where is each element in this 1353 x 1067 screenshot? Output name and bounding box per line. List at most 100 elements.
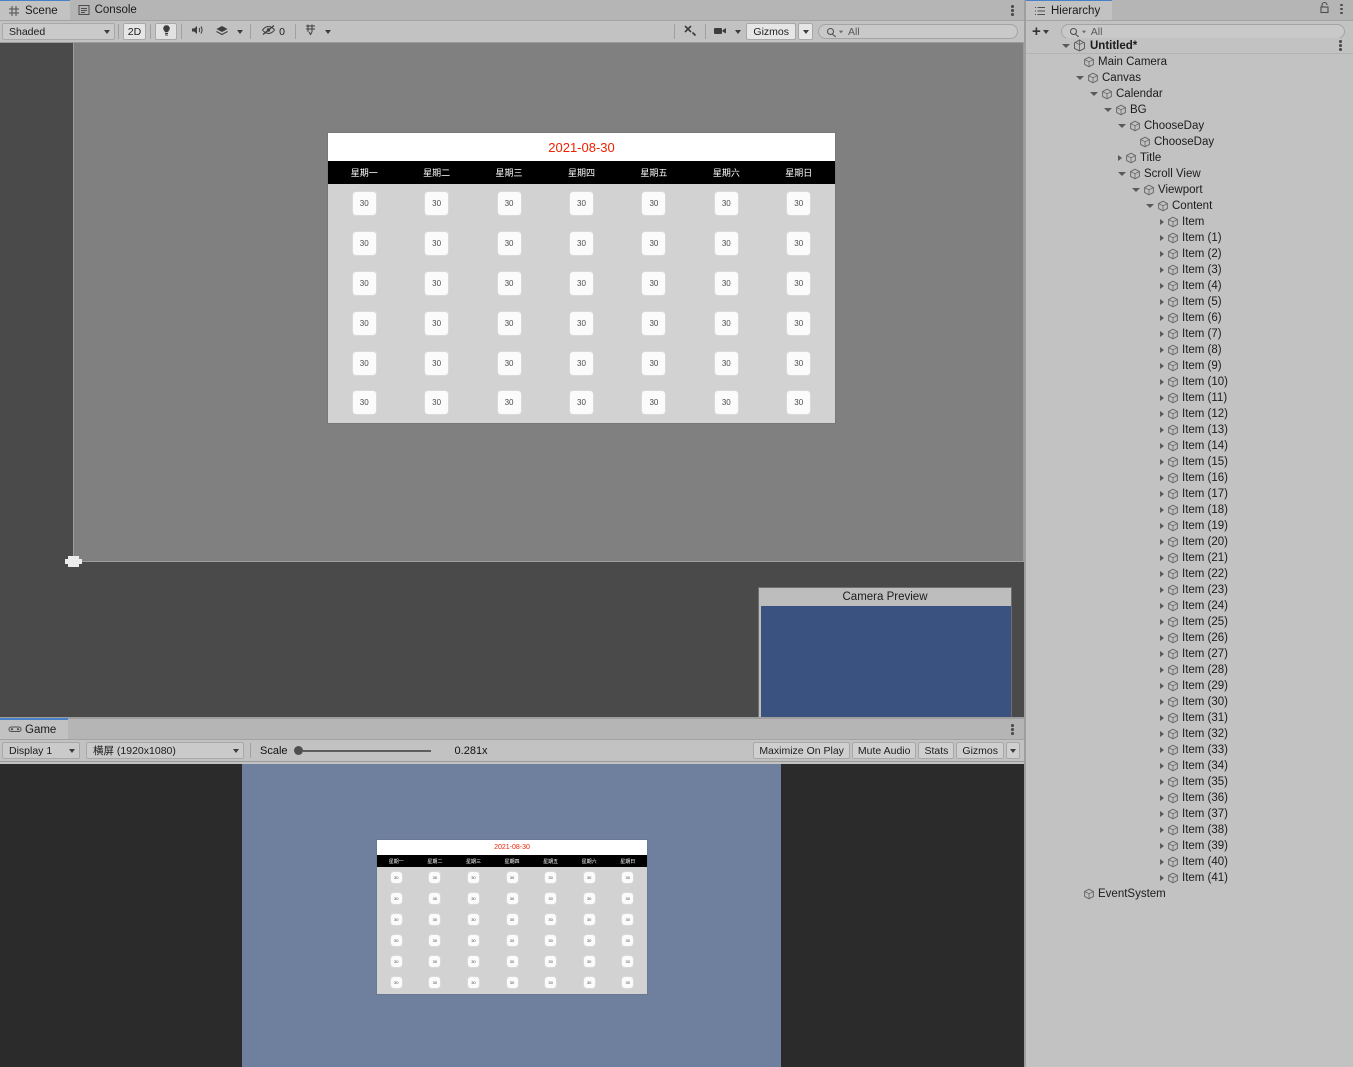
aspect-ratio-dropdown[interactable]: 横屏 (1920x1080) — [86, 742, 244, 759]
chevron-right-icon[interactable] — [1160, 331, 1164, 337]
calendar-day-cell[interactable]: 30 — [690, 383, 762, 423]
chevron-right-icon[interactable] — [1160, 491, 1164, 497]
canvas-resize-handle[interactable] — [65, 556, 82, 567]
display-dropdown[interactable]: Display 1 — [2, 742, 80, 759]
chevron-right-icon[interactable] — [1160, 603, 1164, 609]
scene-viewport[interactable]: 2021-08-30 星期一 星期二 星期三 星期四 星期五 星期六 星期日 3… — [0, 43, 1024, 719]
hierarchy-item-item-25[interactable]: Item (25) — [1026, 614, 1353, 630]
calendar-day-cell[interactable]: 30 — [493, 972, 532, 993]
hierarchy-item-item-39[interactable]: Item (39) — [1026, 838, 1353, 854]
calendar-day-cell[interactable]: 30 — [763, 264, 835, 304]
hierarchy-item-item-15[interactable]: Item (15) — [1026, 454, 1353, 470]
hierarchy-item-eventsystem[interactable]: EventSystem — [1026, 886, 1353, 902]
calendar-day-cell[interactable]: 30 — [763, 383, 835, 423]
calendar-day-cell[interactable]: 30 — [690, 264, 762, 304]
chevron-right-icon[interactable] — [1160, 715, 1164, 721]
hierarchy-item-item-18[interactable]: Item (18) — [1026, 502, 1353, 518]
chevron-right-icon[interactable] — [1160, 763, 1164, 769]
calendar-day-cell[interactable]: 30 — [763, 303, 835, 343]
hierarchy-item-item-33[interactable]: Item (33) — [1026, 742, 1353, 758]
calendar-day-cell[interactable]: 30 — [328, 184, 400, 224]
calendar-day-cell[interactable]: 30 — [545, 264, 617, 304]
kebab-menu-icon[interactable] — [1007, 723, 1017, 736]
chevron-down-icon[interactable] — [1146, 204, 1154, 208]
hierarchy-item-item-26[interactable]: Item (26) — [1026, 630, 1353, 646]
chevron-right-icon[interactable] — [1160, 315, 1164, 321]
calendar-day-cell[interactable]: 30 — [493, 930, 532, 951]
hierarchy-item-bg[interactable]: BG — [1026, 102, 1353, 118]
chevron-down-icon[interactable] — [1132, 188, 1140, 192]
hierarchy-item-viewport[interactable]: Viewport — [1026, 182, 1353, 198]
hierarchy-item-item-38[interactable]: Item (38) — [1026, 822, 1353, 838]
hierarchy-item-item-1[interactable]: Item (1) — [1026, 230, 1353, 246]
hierarchy-item-item-29[interactable]: Item (29) — [1026, 678, 1353, 694]
chevron-right-icon[interactable] — [1160, 251, 1164, 257]
calendar-day-cell[interactable]: 30 — [400, 184, 472, 224]
calendar-day-cell[interactable]: 30 — [473, 224, 545, 264]
calendar-day-cell[interactable]: 30 — [545, 343, 617, 383]
game-render-area[interactable]: 2021-08-30 星期一 星期二 星期三 星期四 星期五 星期六 星期日 3… — [242, 764, 781, 1067]
hierarchy-item-item-20[interactable]: Item (20) — [1026, 534, 1353, 550]
calendar-day-cell[interactable]: 30 — [545, 184, 617, 224]
hierarchy-item-item-31[interactable]: Item (31) — [1026, 710, 1353, 726]
chevron-right-icon[interactable] — [1160, 379, 1164, 385]
calendar-day-cell[interactable]: 30 — [377, 888, 416, 909]
hierarchy-item-item-19[interactable]: Item (19) — [1026, 518, 1353, 534]
calendar-day-cell[interactable]: 30 — [416, 909, 455, 930]
calendar-day-cell[interactable]: 30 — [377, 909, 416, 930]
chevron-right-icon[interactable] — [1160, 795, 1164, 801]
calendar-day-cell[interactable]: 30 — [454, 930, 493, 951]
calendar-day-cell[interactable]: 30 — [545, 383, 617, 423]
hierarchy-item-item-11[interactable]: Item (11) — [1026, 390, 1353, 406]
calendar-day-cell[interactable]: 30 — [377, 972, 416, 993]
calendar-day-cell[interactable]: 30 — [416, 930, 455, 951]
calendar-day-cell[interactable]: 30 — [416, 972, 455, 993]
chevron-right-icon[interactable] — [1160, 507, 1164, 513]
grid-snap-button[interactable] — [300, 23, 320, 40]
chevron-right-icon[interactable] — [1160, 539, 1164, 545]
calendar-day-cell[interactable]: 30 — [690, 303, 762, 343]
chevron-right-icon[interactable] — [1160, 347, 1164, 353]
calendar-day-cell[interactable]: 30 — [328, 264, 400, 304]
hierarchy-item-item-4[interactable]: Item (4) — [1026, 278, 1353, 294]
chevron-right-icon[interactable] — [1160, 635, 1164, 641]
calendar-day-cell[interactable]: 30 — [618, 383, 690, 423]
calendar-day-cell[interactable]: 30 — [531, 972, 570, 993]
calendar-day-cell[interactable]: 30 — [328, 303, 400, 343]
calendar-day-cell[interactable]: 30 — [618, 224, 690, 264]
chevron-right-icon[interactable] — [1160, 235, 1164, 241]
calendar-day-cell[interactable]: 30 — [328, 383, 400, 423]
chevron-right-icon[interactable] — [1160, 523, 1164, 529]
hierarchy-item-item-2[interactable]: Item (2) — [1026, 246, 1353, 262]
hierarchy-item-item-3[interactable]: Item (3) — [1026, 262, 1353, 278]
hierarchy-item-item-16[interactable]: Item (16) — [1026, 470, 1353, 486]
calendar-day-cell[interactable]: 30 — [473, 343, 545, 383]
kebab-menu-icon[interactable] — [1336, 3, 1346, 16]
calendar-day-cell[interactable]: 30 — [377, 867, 416, 888]
lock-icon[interactable] — [1319, 1, 1330, 17]
hierarchy-item-chooseday[interactable]: ChooseDay — [1026, 118, 1353, 134]
calendar-day-cell[interactable]: 30 — [608, 930, 647, 951]
calendar-day-cell[interactable]: 30 — [400, 303, 472, 343]
calendar-day-cell[interactable]: 30 — [763, 224, 835, 264]
calendar-day-cell[interactable]: 30 — [416, 888, 455, 909]
calendar-day-cell[interactable]: 30 — [531, 930, 570, 951]
game-gizmos-dropdown[interactable] — [1006, 742, 1020, 759]
calendar-day-cell[interactable]: 30 — [570, 888, 609, 909]
hierarchy-item-chooseday[interactable]: ChooseDay — [1026, 134, 1353, 150]
maximize-on-play-button[interactable]: Maximize On Play — [753, 742, 850, 759]
chevron-right-icon[interactable] — [1160, 827, 1164, 833]
calendar-day-cell[interactable]: 30 — [618, 303, 690, 343]
calendar-day-cell[interactable]: 30 — [328, 224, 400, 264]
kebab-menu-icon[interactable] — [1007, 4, 1017, 17]
calendar-day-cell[interactable]: 30 — [473, 264, 545, 304]
calendar-day-cell[interactable]: 30 — [493, 909, 532, 930]
chevron-down-icon[interactable] — [1118, 124, 1126, 128]
hierarchy-item-item-40[interactable]: Item (40) — [1026, 854, 1353, 870]
chevron-right-icon[interactable] — [1160, 587, 1164, 593]
calendar-day-cell[interactable]: 30 — [763, 184, 835, 224]
hierarchy-item-content[interactable]: Content — [1026, 198, 1353, 214]
calendar-day-cell[interactable]: 30 — [400, 224, 472, 264]
calendar-day-cell[interactable]: 30 — [454, 972, 493, 993]
hierarchy-item-item-14[interactable]: Item (14) — [1026, 438, 1353, 454]
